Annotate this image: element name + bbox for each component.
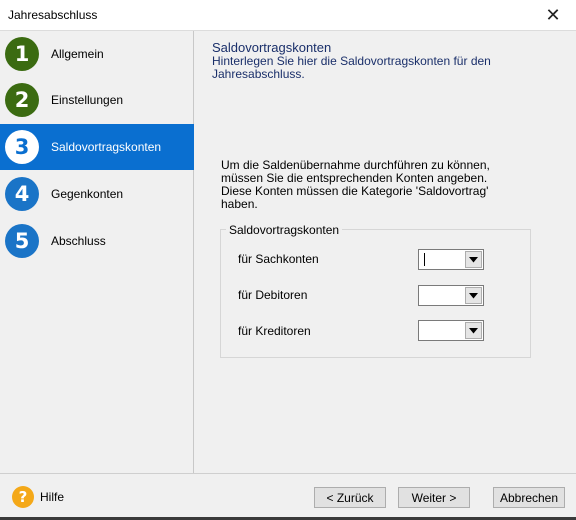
step-number-badge: 4	[5, 177, 39, 211]
step-label: Saldovortragskonten	[51, 140, 162, 154]
debitoren-combobox[interactable]	[418, 285, 484, 306]
groupbox-legend: Saldovortragskonten	[226, 223, 343, 237]
dialog-footer: ? Hilfe < Zurück Weiter > Abbrechen	[0, 473, 576, 520]
sachkonten-label: für Sachkonten	[238, 252, 319, 266]
chevron-down-icon[interactable]	[465, 251, 482, 268]
wizard-steps: 1 Allgemein 2 Einstellungen 3 Saldovortr…	[0, 31, 194, 473]
accounts-groupbox: Saldovortragskonten für Sachkonten für D…	[220, 223, 531, 358]
sachkonten-combobox[interactable]	[418, 249, 484, 270]
page-title: Saldovortragskonten	[212, 40, 332, 55]
back-button[interactable]: < Zurück	[314, 487, 386, 508]
kreditoren-label: für Kreditoren	[238, 324, 311, 338]
page-content: Saldovortragskonten Hinterlegen Sie hier…	[195, 31, 576, 473]
close-icon[interactable]: ✕	[530, 0, 576, 30]
help-icon[interactable]: ?	[12, 486, 34, 508]
step-label: Gegenkonten	[51, 187, 124, 201]
kreditoren-combobox[interactable]	[418, 320, 484, 341]
step-label: Einstellungen	[51, 93, 124, 107]
window-title: Jahresabschluss	[8, 8, 98, 22]
next-button[interactable]: Weiter >	[398, 487, 470, 508]
step-number-badge: 3	[5, 130, 39, 164]
description-text: Um die Saldenübernahme durchführen zu kö…	[221, 158, 490, 211]
chevron-down-icon[interactable]	[465, 287, 482, 304]
step-number-badge: 5	[5, 224, 39, 258]
step-gegenkonten[interactable]: 4 Gegenkonten	[0, 171, 194, 217]
step-abschluss[interactable]: 5 Abschluss	[0, 218, 194, 264]
step-number-badge: 1	[5, 37, 39, 71]
step-number-badge: 2	[5, 83, 39, 117]
help-link[interactable]: Hilfe	[40, 490, 64, 504]
step-allgemein[interactable]: 1 Allgemein	[0, 31, 194, 77]
chevron-down-icon[interactable]	[465, 322, 482, 339]
step-saldovortragskonten[interactable]: 3 Saldovortragskonten	[0, 124, 194, 170]
step-einstellungen[interactable]: 2 Einstellungen	[0, 77, 194, 123]
debitoren-label: für Debitoren	[238, 288, 308, 302]
cancel-button[interactable]: Abbrechen	[493, 487, 565, 508]
step-label: Abschluss	[51, 234, 106, 248]
step-label: Allgemein	[51, 47, 104, 61]
text-cursor	[424, 253, 425, 266]
title-bar: Jahresabschluss ✕	[0, 0, 576, 30]
page-subtitle: Hinterlegen Sie hier die Saldovortragsko…	[212, 54, 491, 81]
